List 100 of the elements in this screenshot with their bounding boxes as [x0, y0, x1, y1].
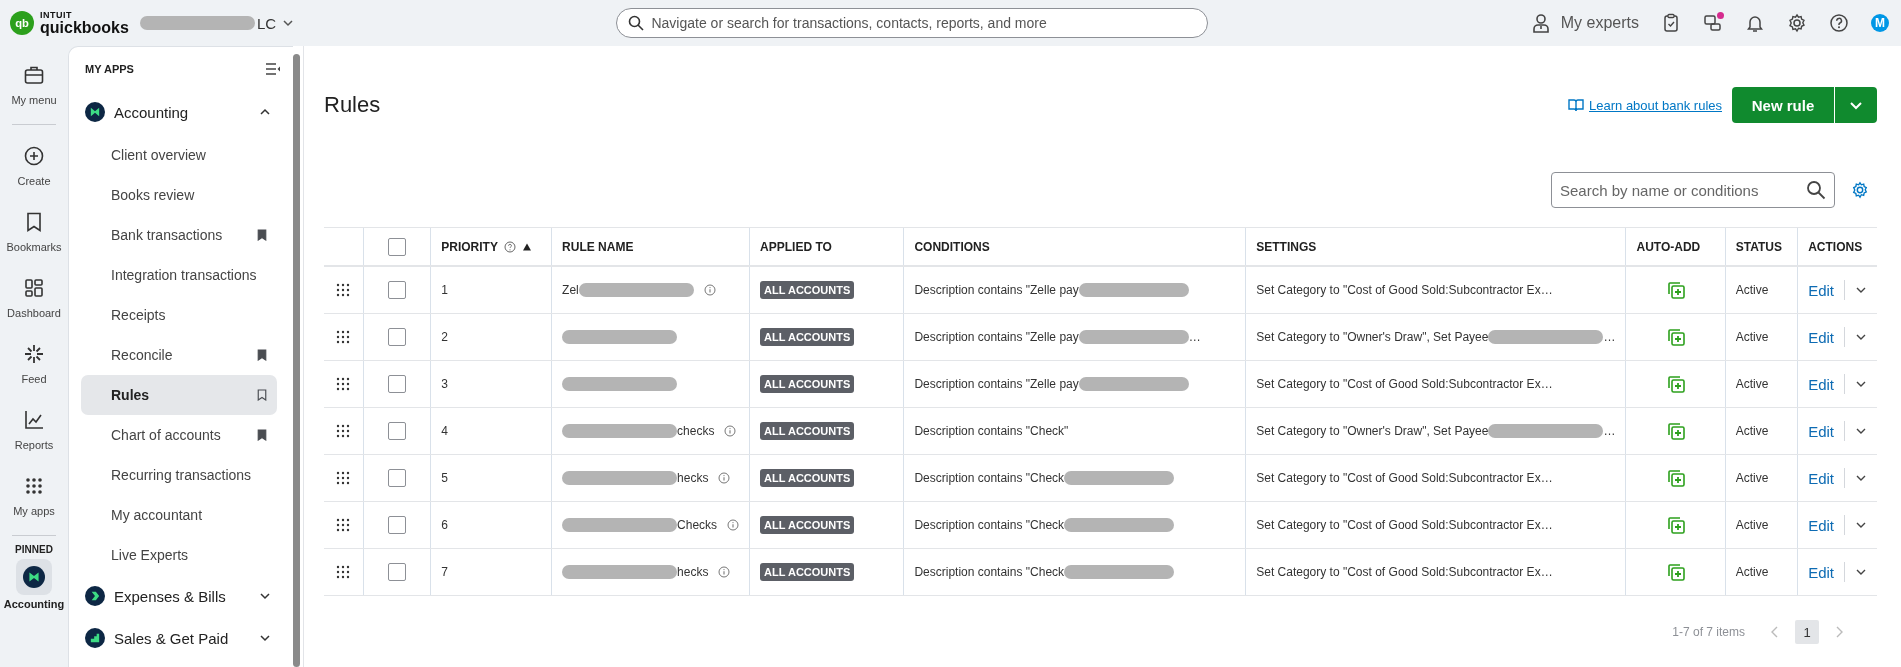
column-header: AUTO-ADD	[1636, 239, 1701, 254]
settings-text: Set Category to "Cost of Good Sold:Subcontractor Ex…	[1256, 518, 1553, 532]
priority-cell: 5	[441, 471, 448, 485]
bookmark-icon[interactable]	[257, 389, 267, 401]
settings-text: …	[1603, 330, 1616, 344]
rail-item[interactable]: Dashboard	[1, 265, 67, 331]
bookmark-icon[interactable]	[257, 349, 267, 361]
row-checkbox[interactable]	[387, 516, 406, 534]
row-checkbox[interactable]	[387, 281, 406, 299]
drag-handle-icon[interactable]	[336, 424, 350, 438]
condition-text: Description contains "Check	[914, 518, 1065, 532]
rail-item[interactable]: Create	[1, 133, 67, 199]
logo-icon: qb	[10, 11, 34, 35]
account-tag: ALL ACCOUNTS	[760, 469, 855, 487]
settings-text: Set Category to "Owner's Draw", Set Payee	[1256, 330, 1489, 344]
page-button[interactable]: 1	[1795, 620, 1819, 644]
row-checkbox[interactable]	[387, 328, 406, 346]
sidebar-item[interactable]: Books review	[81, 175, 277, 215]
app-group[interactable]: Sales & Get Paid	[81, 617, 281, 659]
rule-name-text: checks	[677, 424, 715, 438]
rail-item[interactable]: My menu	[1, 52, 67, 118]
row-checkbox[interactable]	[387, 469, 406, 487]
drag-handle-icon[interactable]	[336, 330, 350, 344]
edit-link[interactable]: Edit	[1808, 281, 1834, 299]
edit-link[interactable]: Edit	[1808, 375, 1834, 393]
account-tag: ALL ACCOUNTS	[760, 375, 855, 393]
drag-handle-icon[interactable]	[336, 283, 350, 297]
condition-text: Description contains "Zelle pay	[914, 330, 1079, 344]
edit-link[interactable]: Edit	[1808, 563, 1834, 581]
account-tag: ALL ACCOUNTS	[760, 516, 855, 534]
rail-item[interactable]: Feed	[1, 331, 67, 397]
rail-item[interactable]: My apps	[1, 463, 67, 529]
rail-item[interactable]: Bookmarks	[1, 199, 67, 265]
account-tag: ALL ACCOUNTS	[760, 281, 855, 299]
my-experts-button[interactable]: My experts	[1530, 13, 1639, 33]
info-icon[interactable]	[724, 425, 737, 437]
settings-icon[interactable]	[1851, 181, 1869, 199]
chat-icon[interactable]	[1703, 13, 1723, 33]
drag-handle-icon[interactable]	[336, 565, 350, 579]
rail-item[interactable]: Reports	[1, 397, 67, 463]
learn-link[interactable]: Learn about bank rules	[1568, 97, 1722, 113]
search-field[interactable]: Search by name or conditions	[1551, 172, 1835, 208]
rule-name-text: hecks	[677, 471, 709, 485]
pagination-summary: 1-7 of 7 items	[1672, 625, 1745, 639]
info-icon[interactable]	[727, 519, 740, 531]
sidebar-item[interactable]: Live Experts	[81, 535, 277, 575]
sidebar-item[interactable]: Receipts	[81, 295, 277, 335]
edit-link[interactable]: Edit	[1808, 328, 1834, 346]
sidebar-item[interactable]: Rules	[81, 375, 277, 415]
clipboard-icon[interactable]	[1661, 13, 1681, 33]
bookmark-icon[interactable]	[257, 229, 267, 241]
drag-handle-icon[interactable]	[336, 471, 350, 485]
drag-handle-icon[interactable]	[336, 377, 350, 391]
sidebar-item[interactable]: Bank transactions	[81, 215, 277, 255]
person-icon	[1530, 13, 1551, 33]
dropdown-button[interactable]	[1834, 87, 1877, 123]
info-icon[interactable]	[703, 284, 716, 296]
settings-text: Set Category to "Owner's Draw", Set Payee	[1256, 424, 1489, 438]
sidebar-item[interactable]: Chart of accounts	[81, 415, 277, 455]
row-checkbox[interactable]	[387, 563, 406, 581]
row-checkbox[interactable]	[387, 375, 406, 393]
settings-icon[interactable]	[1787, 13, 1807, 33]
help-icon[interactable]	[1829, 13, 1849, 33]
new-rule-button[interactable]: New rule	[1732, 87, 1834, 123]
account-tag: ALL ACCOUNTS	[760, 563, 855, 581]
select-all-checkbox[interactable]	[387, 237, 406, 256]
search-icon[interactable]	[1806, 180, 1826, 200]
edit-link[interactable]: Edit	[1808, 422, 1834, 440]
settings-text: …	[1603, 424, 1616, 438]
collapse-icon[interactable]	[265, 61, 281, 77]
sidebar-title: MY APPS	[85, 63, 134, 75]
edit-link[interactable]: Edit	[1808, 469, 1834, 487]
priority-cell: 2	[441, 330, 448, 344]
company-switcher[interactable]: LC	[140, 14, 295, 32]
sidebar-item[interactable]: Integration transactions	[81, 255, 277, 295]
condition-text: Description contains "Check	[914, 471, 1065, 485]
sidebar-item[interactable]: Reconcile	[81, 335, 277, 375]
bell-icon[interactable]	[1745, 13, 1765, 33]
sidebar-item[interactable]: My accountant	[81, 495, 277, 535]
drag-handle-icon[interactable]	[336, 518, 350, 532]
column-header[interactable]: PRIORITY	[441, 239, 498, 254]
app-group[interactable]: Accounting	[81, 91, 281, 133]
app-group[interactable]: Expenses & Bills	[81, 575, 281, 617]
info-icon[interactable]	[718, 566, 731, 578]
row-checkbox[interactable]	[387, 422, 406, 440]
condition-text: Description contains "Check"	[914, 424, 1069, 438]
sidebar-item[interactable]: Client overview	[81, 135, 277, 175]
scrollbar-thumb[interactable]	[293, 54, 300, 667]
info-icon[interactable]	[718, 472, 731, 484]
book-icon	[1568, 97, 1584, 113]
search-field[interactable]: Navigate or search for transactions, contacts, reports, and more	[616, 8, 1209, 38]
status-text: Active	[1735, 330, 1769, 344]
priority-cell: 6	[441, 518, 448, 532]
status-text: Active	[1735, 424, 1769, 438]
sort-ascending-icon[interactable]	[521, 241, 532, 252]
pinned-app[interactable]: Accounting	[3, 559, 65, 610]
bookmark-icon[interactable]	[257, 429, 267, 441]
edit-link[interactable]: Edit	[1808, 516, 1834, 534]
sidebar-item[interactable]: Recurring transactions	[81, 455, 277, 495]
status-text: Active	[1735, 283, 1769, 297]
